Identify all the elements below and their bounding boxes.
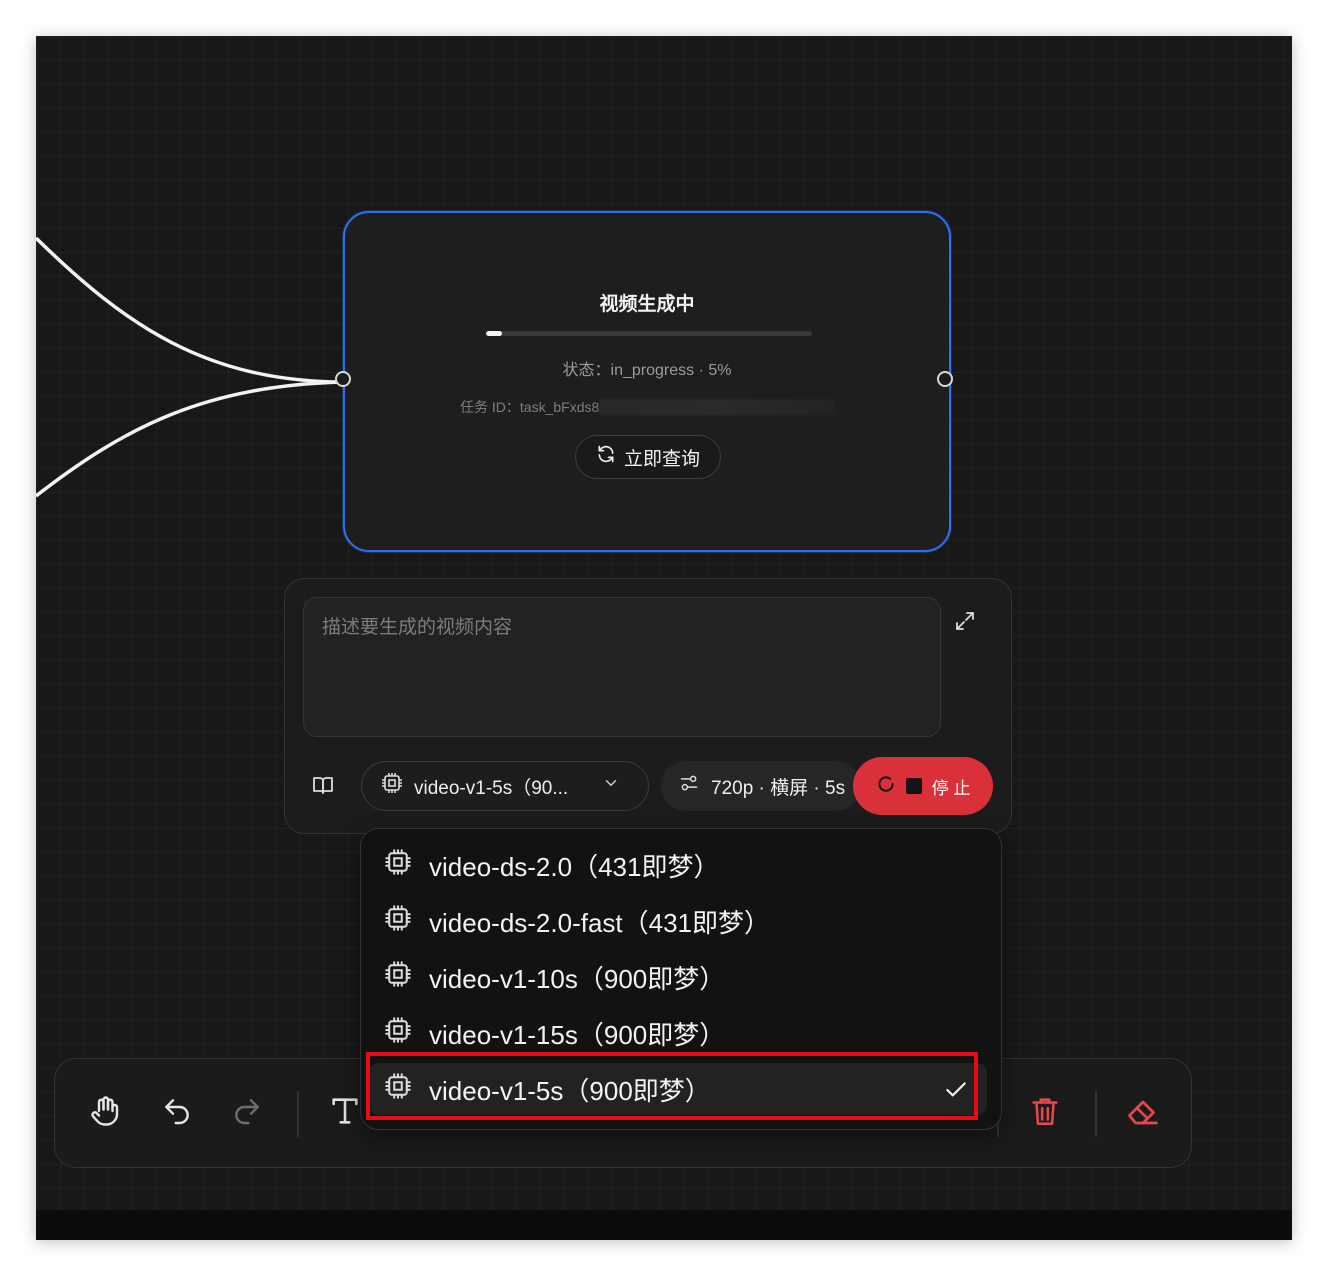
- trash-icon: [1028, 1094, 1062, 1133]
- edge-lower: [36, 380, 343, 498]
- chip-icon: [380, 771, 404, 801]
- query-now-button[interactable]: 立即查询: [575, 435, 721, 479]
- hand-tool-button[interactable]: [83, 1091, 127, 1135]
- status-text: 状态：in_progress · 5%: [562, 362, 732, 379]
- model-option-label: video-v1-15s（900即梦）: [429, 1019, 726, 1050]
- model-option-label: video-v1-10s（900即梦）: [429, 963, 726, 994]
- task-id-label: 任务 ID：task_bFxds8: [460, 399, 600, 415]
- sliders-icon: [679, 773, 699, 799]
- video-settings-label: 720p · 横屏 · 5s: [711, 777, 846, 799]
- progress-fill: [486, 331, 503, 336]
- canvas[interactable]: 视频生成中 状态：in_progress · 5% 任务 ID：task_bFx…: [36, 36, 1292, 1240]
- stop-button[interactable]: 停 止: [853, 757, 993, 815]
- model-dropdown: video-ds-2.0（431即梦） video-ds-2.0-fast（43…: [360, 828, 1002, 1130]
- toolbar-divider: [297, 1091, 299, 1137]
- chip-icon: [383, 959, 413, 996]
- redo-button[interactable]: [225, 1091, 269, 1135]
- task-id-text: 任务 ID：task_bFxds8: [460, 397, 840, 417]
- prompt-input[interactable]: [303, 597, 941, 737]
- expand-icon: [953, 612, 977, 637]
- undo-button[interactable]: [155, 1091, 199, 1135]
- prompt-panel: video-v1-5s（90... 720p · 横屏 · 5s 停 止: [284, 578, 1012, 834]
- redo-icon: [231, 1095, 263, 1132]
- eraser-icon: [1125, 1093, 1161, 1134]
- chip-icon: [383, 903, 413, 940]
- chip-icon: [383, 1071, 413, 1108]
- query-now-label: 立即查询: [623, 448, 700, 470]
- check-icon: [943, 1077, 969, 1110]
- model-option-label: video-ds-2.0（431即梦）: [429, 851, 720, 882]
- video-node-card[interactable]: 视频生成中 状态：in_progress · 5% 任务 ID：task_bFx…: [335, 211, 953, 552]
- model-select[interactable]: video-v1-5s（90...: [361, 761, 649, 811]
- bottom-strip: [36, 1210, 1292, 1240]
- video-settings-button[interactable]: 720p · 横屏 · 5s: [661, 761, 861, 811]
- text-icon: [328, 1094, 362, 1133]
- stop-button-label: 停 止: [931, 778, 971, 798]
- chip-icon: [383, 847, 413, 884]
- prompt-library-button[interactable]: [311, 773, 337, 799]
- chevron-down-icon: [602, 774, 620, 798]
- node-title: 视频生成中: [599, 294, 695, 315]
- task-id-masked: [599, 399, 836, 415]
- model-option[interactable]: video-ds-2.0-fast（431即梦）: [369, 895, 987, 947]
- edge-upper: [36, 236, 343, 384]
- model-option[interactable]: video-v1-10s（900即梦）: [369, 951, 987, 1003]
- book-icon: [311, 777, 335, 801]
- model-option-label: video-ds-2.0-fast（431即梦）: [429, 907, 771, 938]
- delete-button[interactable]: [1023, 1091, 1067, 1135]
- refresh-icon: [596, 444, 616, 470]
- toolbar-divider: [1095, 1091, 1097, 1137]
- stop-icon: [905, 778, 922, 794]
- model-select-label: video-v1-5s（90...: [414, 777, 569, 799]
- undo-icon: [161, 1095, 193, 1132]
- expand-button[interactable]: [953, 609, 981, 637]
- model-option-selected[interactable]: video-v1-5s（900即梦）: [369, 1063, 987, 1115]
- eraser-button[interactable]: [1121, 1091, 1165, 1135]
- loading-spinner-icon: [876, 774, 896, 799]
- chip-icon: [383, 1015, 413, 1052]
- model-option[interactable]: video-v1-15s（900即梦）: [369, 1007, 987, 1059]
- hand-icon: [87, 1093, 123, 1134]
- model-option[interactable]: video-ds-2.0（431即梦）: [369, 839, 987, 891]
- model-option-label: video-v1-5s（900即梦）: [429, 1075, 711, 1106]
- progress-bar: [486, 331, 812, 336]
